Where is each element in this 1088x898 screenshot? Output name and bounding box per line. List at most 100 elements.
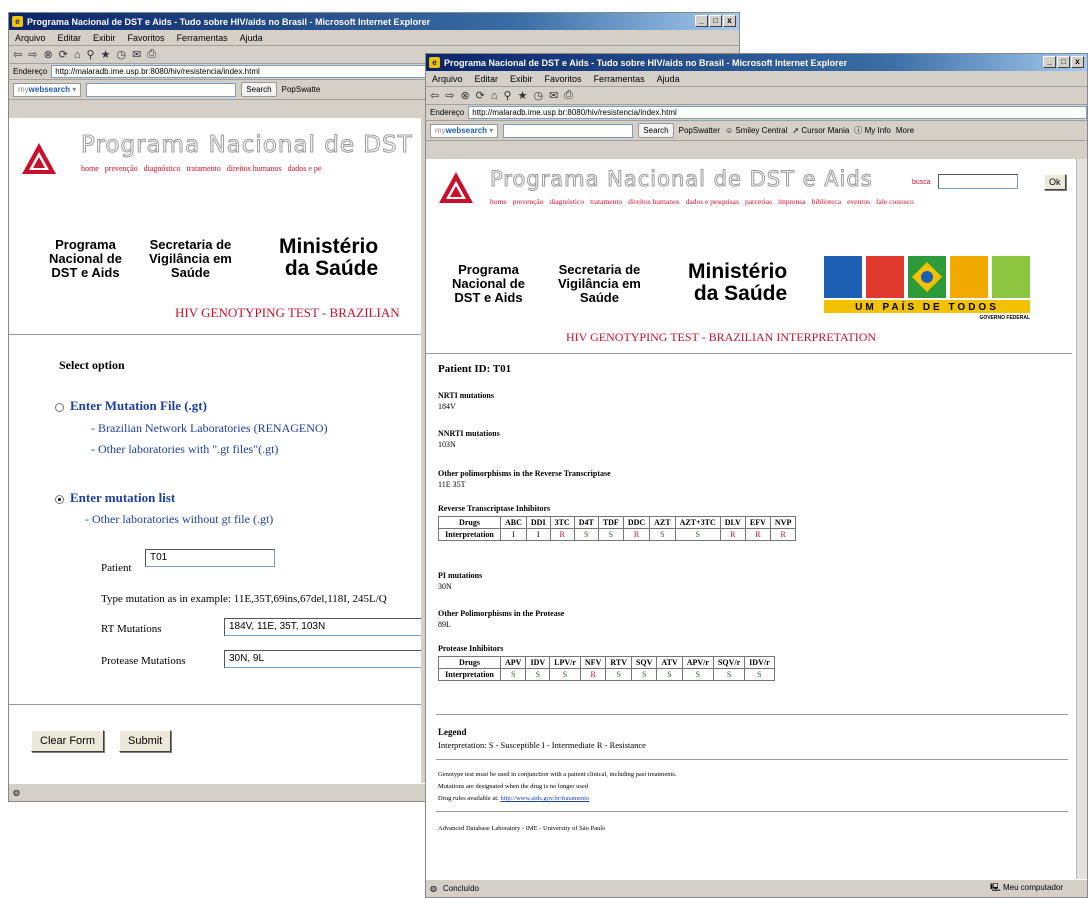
menu-exibir[interactable]: Exibir xyxy=(93,33,116,43)
patient-input[interactable]: T01 xyxy=(145,549,275,567)
nav-dados[interactable]: dados e pe xyxy=(288,164,322,173)
menu-ajuda[interactable]: Ajuda xyxy=(240,33,263,43)
menu-ajuda[interactable]: Ajuda xyxy=(657,74,680,84)
clear-form-button[interactable]: Clear Form xyxy=(31,730,105,752)
drug-name-cell: APV/r xyxy=(681,656,714,669)
menu-ferramentas[interactable]: Ferramentas xyxy=(594,74,645,84)
more-link[interactable]: More xyxy=(896,126,914,135)
drug-name-cell: IDV/r xyxy=(744,656,775,669)
search-icon[interactable]: ⚲ xyxy=(504,89,512,102)
option-list[interactable]: Enter mutation list xyxy=(55,490,175,506)
back-icon[interactable]: ⇦ xyxy=(13,48,22,61)
radio-list[interactable] xyxy=(55,494,64,504)
address-input[interactable]: http://malaradb.ime.usp.br:8080/hiv/resi… xyxy=(468,106,1087,119)
home-icon[interactable]: ⌂ xyxy=(491,90,498,102)
toolbar-search-button[interactable]: Search xyxy=(638,123,674,138)
maximize-button[interactable]: □ xyxy=(709,15,722,27)
nav-dados[interactable]: dados e pesquisas xyxy=(686,197,739,206)
popswatter-link[interactable]: PopSwatte xyxy=(282,85,321,94)
smiley-central-link[interactable]: ☺ Smiley Central xyxy=(725,126,787,135)
forward-icon[interactable]: ⇨ xyxy=(445,89,454,102)
nav-diagnostico[interactable]: diagnóstico xyxy=(144,164,181,173)
nav-home[interactable]: home xyxy=(81,164,99,173)
minimize-button[interactable]: _ xyxy=(1043,56,1056,68)
nav-imprensa[interactable]: imprensa xyxy=(778,197,806,206)
menu-arquivo[interactable]: Arquivo xyxy=(432,74,463,84)
mail-icon[interactable]: ✉ xyxy=(549,89,558,102)
nav-prevencao[interactable]: prevenção xyxy=(513,197,544,206)
history-icon[interactable]: ◷ xyxy=(533,89,543,102)
other-pr-value: 89L xyxy=(438,620,451,629)
nav-direitos[interactable]: direitos humanos xyxy=(227,164,282,173)
menu-ferramentas[interactable]: Ferramentas xyxy=(177,33,228,43)
divider xyxy=(436,714,1068,715)
favorites-icon[interactable]: ★ xyxy=(101,48,111,61)
radio-file[interactable] xyxy=(55,402,64,412)
toolbar-search-input[interactable] xyxy=(86,82,237,97)
protease-mutations-input[interactable]: 30N, 9L xyxy=(224,650,421,668)
print-icon[interactable]: ⎙ xyxy=(147,48,156,61)
print-icon[interactable]: ⎙ xyxy=(564,89,573,102)
menu-favoritos[interactable]: Favoritos xyxy=(128,33,165,43)
site-search-ok-button[interactable]: Ok xyxy=(1044,174,1066,190)
link-renageno[interactable]: - Brazilian Network Laboratories (RENAGE… xyxy=(91,421,328,436)
nav-prevencao[interactable]: prevenção xyxy=(105,164,138,173)
nav-biblioteca[interactable]: biblioteca xyxy=(812,197,842,206)
drug-name-cell: DLV xyxy=(719,516,746,529)
drug-name-cell: AZT+3TC xyxy=(674,516,721,529)
forward-icon[interactable]: ⇨ xyxy=(28,48,37,61)
menu-favoritos[interactable]: Favoritos xyxy=(545,74,582,84)
refresh-icon[interactable]: ⟳ xyxy=(59,48,68,61)
menu-editar[interactable]: Editar xyxy=(58,33,82,43)
drug-name-cell: SQV xyxy=(630,656,658,669)
window-titlebar[interactable]: e Programa Nacional de DST e Aids - Tudo… xyxy=(9,13,739,30)
nav-tratamento[interactable]: tratamento xyxy=(187,164,221,173)
stop-icon[interactable]: ⊗ xyxy=(460,89,469,102)
minimize-button[interactable]: _ xyxy=(695,15,708,27)
drug-name-cell: TDF xyxy=(597,516,624,529)
rt-mutations-input[interactable]: 184V, 11E, 35T, 103N xyxy=(224,618,421,636)
interpretation-cell: R xyxy=(769,528,797,541)
mail-icon[interactable]: ✉ xyxy=(132,48,141,61)
site-search-input[interactable] xyxy=(938,174,1018,189)
nav-tratamento[interactable]: tratamento xyxy=(590,197,622,206)
maximize-button[interactable]: □ xyxy=(1057,56,1070,68)
menu-editar[interactable]: Editar xyxy=(475,74,499,84)
drug-rules-link[interactable]: http://www.aids.gov.br/tratamento xyxy=(500,795,589,802)
submit-button[interactable]: Submit xyxy=(119,730,172,752)
toolbar-search-button[interactable]: Search xyxy=(241,82,277,97)
favorites-icon[interactable]: ★ xyxy=(518,89,528,102)
history-icon[interactable]: ◷ xyxy=(116,48,126,61)
table-row: Interpretation I I R S S R S S R R R xyxy=(438,528,797,541)
nav-eventos[interactable]: eventos xyxy=(847,197,870,206)
brasil-logo: UM PAÍS DE TODOS GOVERNO FEDERAL xyxy=(824,256,1030,321)
nav-parcerias[interactable]: parcerias xyxy=(745,197,772,206)
nav-direitos[interactable]: direitos humanos xyxy=(628,197,679,206)
refresh-icon[interactable]: ⟳ xyxy=(476,89,485,102)
popswatter-link[interactable]: PopSwatter xyxy=(679,126,720,135)
example-hint: Type mutation as in example: 11E,35T,69i… xyxy=(101,593,387,605)
link-other-no-gt[interactable]: - Other laboratories without gt file (.g… xyxy=(85,512,273,527)
link-other-gt[interactable]: - Other laboratories with ".gt files"(.g… xyxy=(91,442,278,457)
divider xyxy=(9,334,421,335)
nav-home[interactable]: home xyxy=(490,197,507,206)
stop-icon[interactable]: ⊗ xyxy=(43,48,52,61)
my-info-link[interactable]: ⓘ My Info xyxy=(854,125,890,136)
vertical-scrollbar[interactable] xyxy=(1076,159,1087,879)
back-icon[interactable]: ⇦ xyxy=(430,89,439,102)
toolbar-search-input[interactable] xyxy=(503,123,634,138)
option-file[interactable]: Enter Mutation File (.gt) xyxy=(55,398,207,414)
nav-fale[interactable]: fale conosco xyxy=(876,197,914,206)
menu-exibir[interactable]: Exibir xyxy=(510,74,533,84)
home-icon[interactable]: ⌂ xyxy=(74,49,81,61)
mywebsearch-logo[interactable]: mywebsearch ▾ xyxy=(430,123,499,138)
cursor-mania-link[interactable]: ➚ Cursor Mania xyxy=(792,126,849,135)
nav-diagnostico[interactable]: diagnóstico xyxy=(550,197,585,206)
window-titlebar[interactable]: e Programa Nacional de DST e Aids - Tudo… xyxy=(426,54,1087,71)
close-button[interactable]: x xyxy=(1071,56,1084,68)
close-button[interactable]: x xyxy=(723,15,736,27)
menu-arquivo[interactable]: Arquivo xyxy=(15,33,46,43)
search-icon[interactable]: ⚲ xyxy=(87,48,95,61)
mywebsearch-logo[interactable]: mywebsearch ▾ xyxy=(13,82,82,97)
page-status-icon: ◍ xyxy=(13,788,20,797)
